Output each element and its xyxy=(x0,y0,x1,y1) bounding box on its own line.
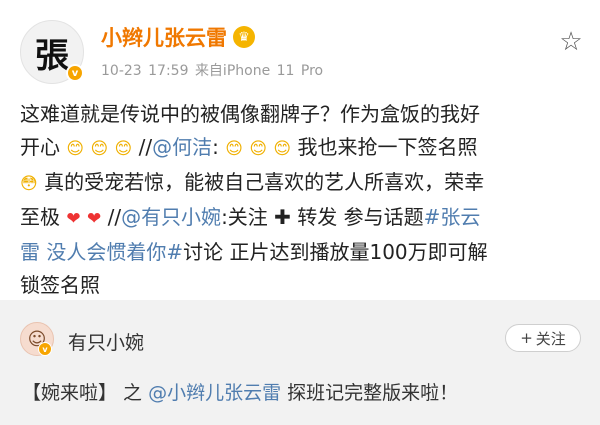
repost-slashes: // xyxy=(138,135,153,159)
mention-link[interactable]: @小辫儿张云雷 xyxy=(148,382,281,404)
post-timestamp: 10-23 17:59 xyxy=(101,63,189,79)
content-text: :关注 xyxy=(221,205,268,229)
emoji-shy-icon: 😳 xyxy=(20,174,38,194)
heart-icon: ❤ xyxy=(66,209,81,229)
content-text: 转发 参与话题 xyxy=(297,205,424,229)
plus-icon: ✚ xyxy=(274,205,291,229)
repost-text-suffix: 探班记完整版来啦！ xyxy=(281,382,459,404)
content-line-1: 这难道就是传说中的被偶像翻牌子？作为盒饭的我好 xyxy=(20,102,480,126)
emoji-happy-icon: 😊 xyxy=(249,139,268,159)
emoji-happy-icon: 😊 xyxy=(90,139,109,159)
plus-icon: + xyxy=(520,329,533,347)
follow-button[interactable]: + 关注 xyxy=(505,324,581,352)
emoji-happy-icon: 😊 xyxy=(66,139,85,159)
content-text: 我也来抢一下签名照 xyxy=(297,135,478,159)
repost-card[interactable] xyxy=(0,300,600,425)
emoji-happy-icon: 😊 xyxy=(225,139,243,159)
emoji-happy-icon: 😊 xyxy=(273,139,292,159)
heart-icon: ❤ xyxy=(86,209,102,229)
content-line-4: 至极 ❤ ❤ //@有只小婉:关注 ✚ 转发 参与话题#张云 xyxy=(20,201,586,236)
content-text: 开心 xyxy=(20,135,60,159)
emoji-happy-icon: 😊 xyxy=(114,139,133,159)
mention-link[interactable]: @何洁 xyxy=(152,135,212,159)
post-content: 这难道就是传说中的被偶像翻牌子？作为盒饭的我好 开心 😊 😊 😊 //@何洁: … xyxy=(20,98,586,302)
repost-author-name[interactable]: 有只小婉 xyxy=(68,328,144,355)
content-text: 讨论 正片达到播放量100万即可解 xyxy=(183,240,488,264)
repost-text-prefix: 【婉来啦】 之 xyxy=(22,382,149,404)
content-text: 至极 xyxy=(20,205,60,229)
content-line-5: 雷 没人会惯着你#讨论 正片达到播放量100万即可解 xyxy=(20,236,586,269)
content-colon: : xyxy=(212,135,219,159)
crown-icon: ♛ xyxy=(233,26,255,48)
author-name-text: 小辫儿张云雷 xyxy=(101,26,227,50)
avatar-char: 張 xyxy=(35,35,69,76)
post-source: 来自iPhone 11 Pro xyxy=(194,63,324,79)
hashtag-link[interactable]: #张云 xyxy=(424,205,481,229)
mention-link[interactable]: @有只小婉 xyxy=(121,205,221,229)
weibo-post: 張 v 小辫儿张云雷 ♛ 10-23 17:59 来自iPhone 11 Pro… xyxy=(0,0,600,300)
star-icon[interactable]: ☆ xyxy=(556,27,586,57)
verified-icon: v xyxy=(66,64,84,82)
follow-label: 关注 xyxy=(535,329,566,348)
repost-slashes: // xyxy=(107,205,122,229)
content-line-3: 😳 真的受宠若惊，能被自己喜欢的艺人所喜欢，荣幸 xyxy=(20,166,586,201)
post-meta: 10-23 17:59 来自iPhone 11 Pro xyxy=(101,60,323,80)
content-line-2: 开心 😊 😊 😊 //@何洁: 😊 😊 😊 我也来抢一下签名照 xyxy=(20,131,586,166)
verified-icon: v xyxy=(38,342,52,356)
author-name[interactable]: 小辫儿张云雷 ♛ xyxy=(101,22,255,52)
hashtag-link[interactable]: 雷 没人会惯着你# xyxy=(20,240,183,264)
repost-text: 【婉来啦】 之 @小辫儿张云雷 探班记完整版来啦！ xyxy=(22,378,458,405)
content-line-6: 锁签名照 xyxy=(20,273,100,297)
content-text: 真的受宠若惊，能被自己喜欢的艺人所喜欢，荣幸 xyxy=(44,170,485,194)
